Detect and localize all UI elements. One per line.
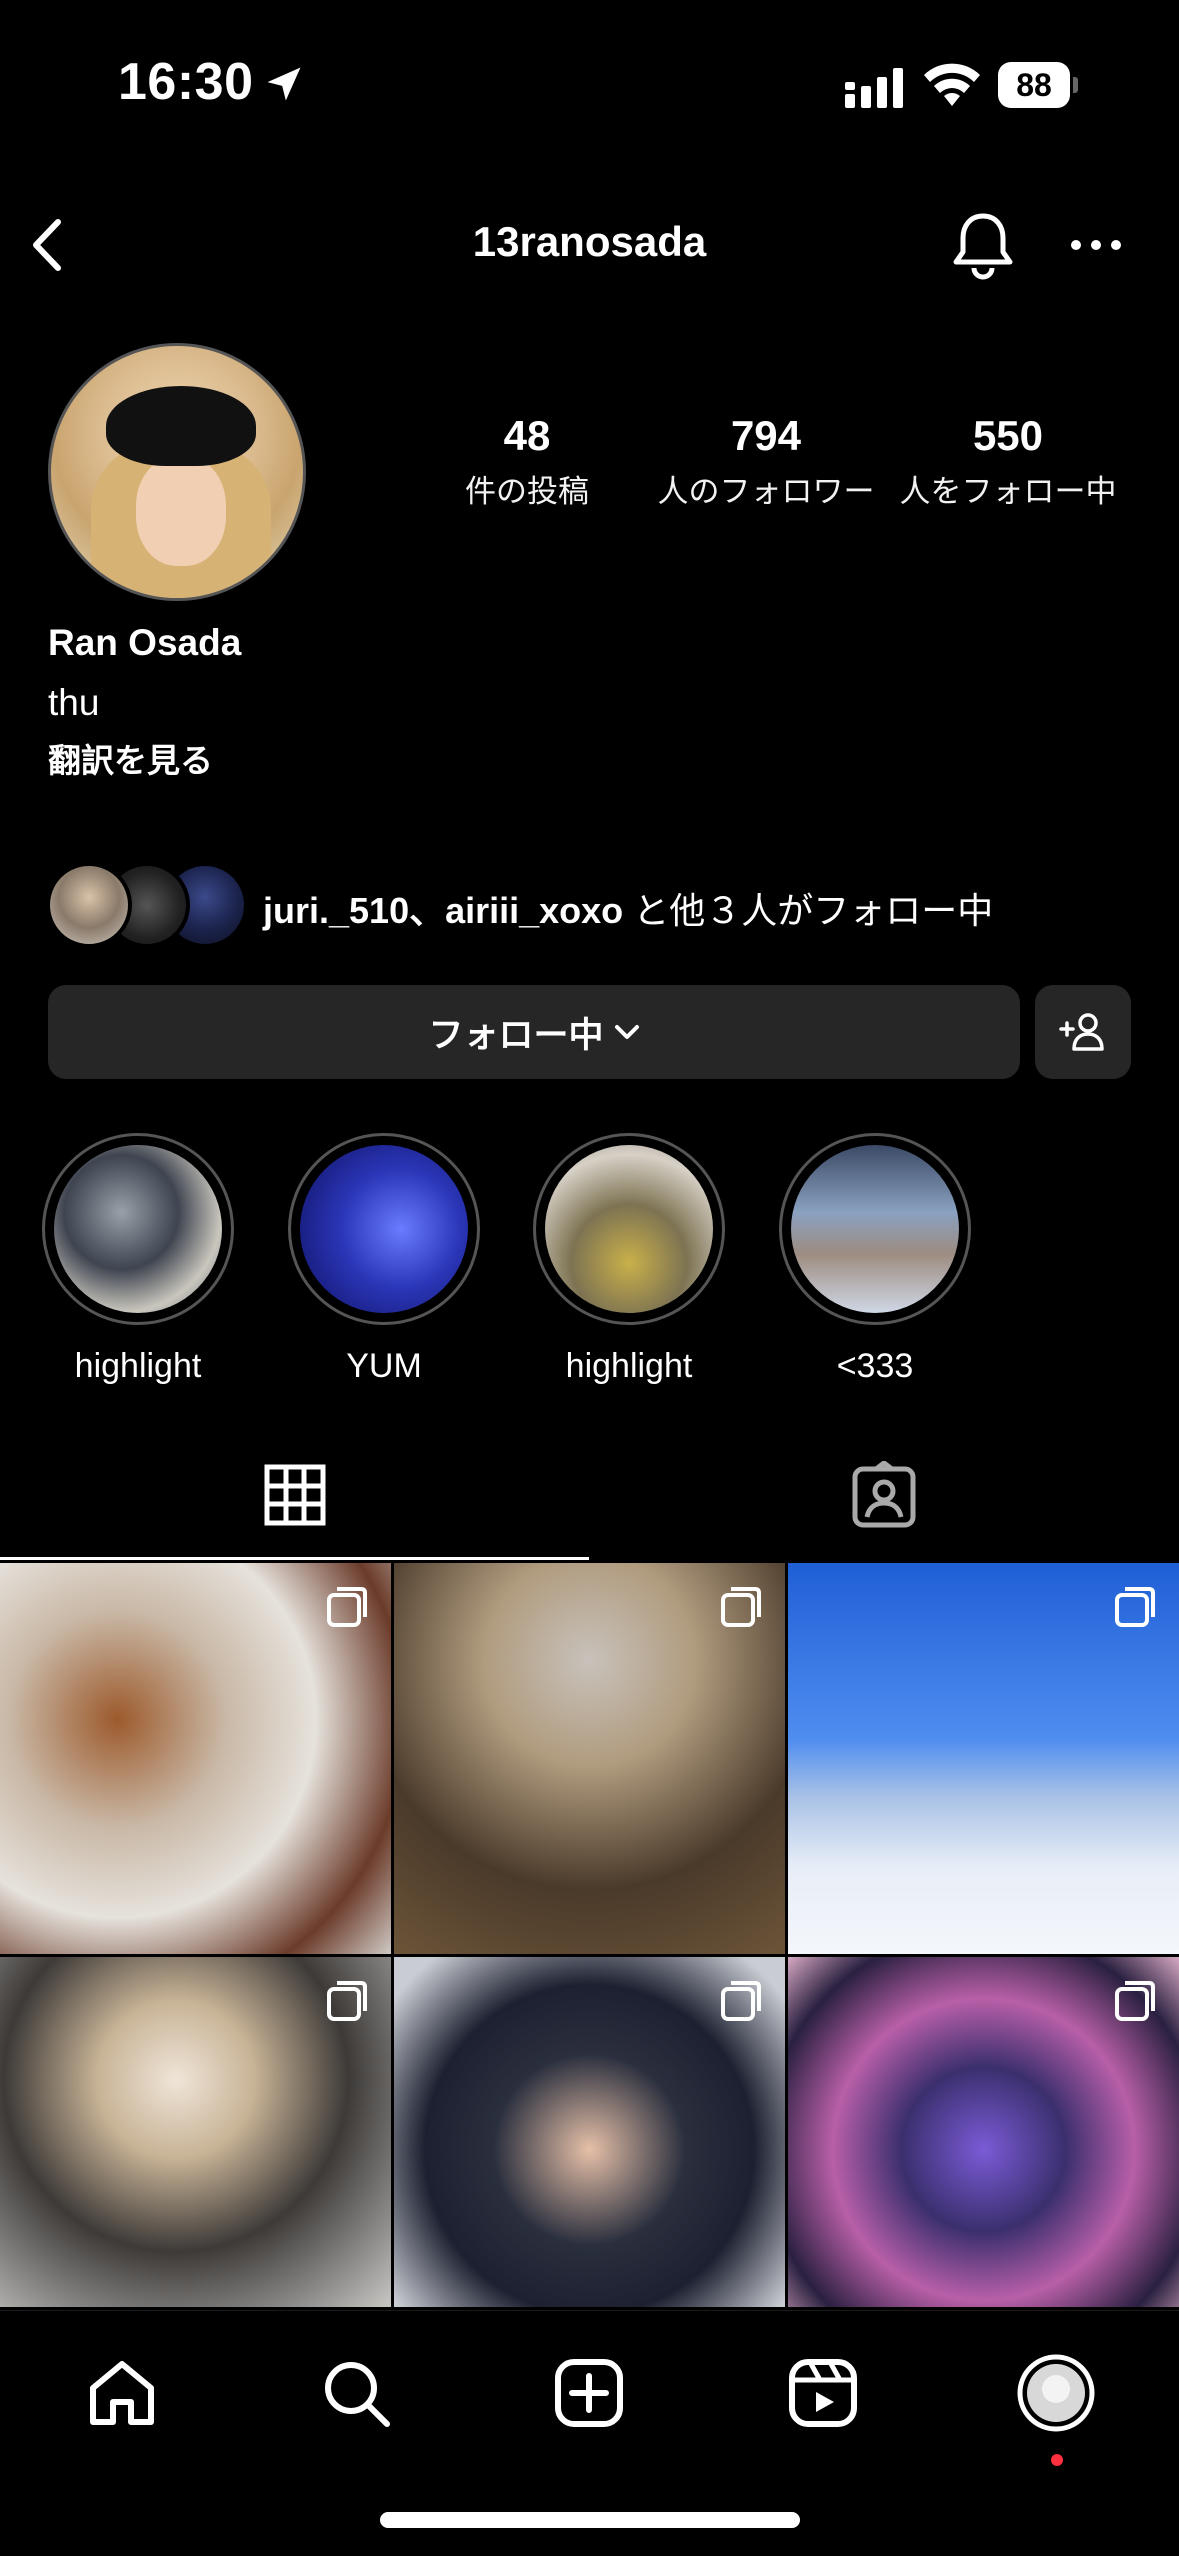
- stat-following[interactable]: 550 人をフォロー中: [888, 412, 1128, 511]
- stat-posts[interactable]: 48 件の投稿: [407, 412, 647, 511]
- battery-indicator: 88: [998, 62, 1078, 108]
- multi-photo-icon: [721, 1981, 761, 2021]
- highlight-label: highlight: [565, 1347, 693, 1385]
- followers-label: 人のフォロワー: [657, 474, 875, 509]
- post-thumbnail[interactable]: [394, 1563, 785, 1954]
- multi-photo-icon: [1115, 1587, 1155, 1627]
- tab-tagged[interactable]: [589, 1430, 1178, 1560]
- home-icon: [90, 2361, 154, 2425]
- home-indicator: [380, 2512, 800, 2528]
- location-arrow-icon: [267, 67, 301, 101]
- display-name: Ran Osada: [48, 622, 242, 663]
- highlight-item[interactable]: YUM: [286, 1133, 482, 1386]
- highlight-item[interactable]: highlight: [531, 1133, 727, 1386]
- following-label: 人をフォロー中: [899, 474, 1117, 509]
- multi-photo-icon: [1115, 1981, 1155, 2021]
- profile-tabs: [0, 1430, 1179, 1560]
- highlight-item[interactable]: <333: [777, 1133, 973, 1386]
- mutual-avatar: [46, 862, 132, 948]
- highlight-cover: [300, 1145, 468, 1313]
- signal-icon: [845, 68, 903, 108]
- status-time: 16:30: [118, 53, 254, 111]
- wifi-icon: [924, 63, 980, 106]
- posts-label: 件の投稿: [465, 474, 589, 509]
- post-thumbnail[interactable]: [788, 1563, 1179, 1954]
- mutual-avatars: [46, 862, 248, 948]
- suggested-users-button[interactable]: [1035, 985, 1131, 1079]
- battery-level: 88: [998, 62, 1070, 108]
- profile-avatar[interactable]: [48, 343, 306, 601]
- nav-reels[interactable]: [783, 2353, 863, 2433]
- status-bar: 16:30 88: [0, 0, 1179, 170]
- post-thumbnail[interactable]: [394, 1957, 785, 2307]
- following-button[interactable]: フォロー中: [48, 985, 1020, 1079]
- following-count: 550: [972, 412, 1044, 459]
- highlight-cover: [545, 1145, 713, 1313]
- stat-followers[interactable]: 794 人のフォロワー: [646, 412, 886, 511]
- nav-create[interactable]: [549, 2353, 629, 2433]
- tab-posts-grid[interactable]: [0, 1430, 589, 1560]
- bell-icon[interactable]: [950, 208, 1016, 280]
- post-thumbnail[interactable]: [788, 1957, 1179, 2307]
- search-icon: [325, 2362, 390, 2427]
- multi-photo-icon: [327, 1587, 367, 1627]
- reels-icon: [789, 2359, 857, 2427]
- add-person-icon: [1059, 1013, 1104, 1051]
- highlight-label: YUM: [346, 1347, 422, 1385]
- highlight-cover: [54, 1145, 222, 1313]
- create-icon: [555, 2359, 623, 2427]
- highlight-label: highlight: [74, 1347, 202, 1385]
- mutual-suffix: と他３人がフォロー中: [623, 890, 994, 931]
- translate-link[interactable]: 翻訳を見る: [48, 734, 213, 782]
- nav-search[interactable]: [316, 2353, 396, 2433]
- mutual-names: juri._510、airiii_xoxo: [263, 890, 624, 931]
- highlight-item[interactable]: highlight: [40, 1133, 236, 1386]
- tagged-icon: [852, 1461, 915, 1528]
- followed-by-row[interactable]: juri._510、airiii_xoxo と他３人がフォロー中: [46, 862, 1146, 948]
- notification-dot-icon: [1051, 2454, 1063, 2466]
- username-title-text: 13ranosada: [472, 218, 707, 265]
- following-button-label: フォロー中: [428, 1015, 604, 1055]
- chevron-down-icon: [614, 1025, 639, 1039]
- post-thumbnail[interactable]: [0, 1957, 391, 2307]
- bio-text: thu: [48, 682, 100, 723]
- story-highlights: highlight YUM highlight <333: [0, 1133, 1179, 1393]
- highlight-cover: [791, 1145, 959, 1313]
- posts-count: 48: [503, 412, 551, 459]
- more-icon[interactable]: [1066, 225, 1126, 265]
- followed-by-text: juri._510、airiii_xoxo と他３人がフォロー中: [263, 882, 993, 934]
- profile-avatar-icon: [1017, 2354, 1095, 2432]
- followers-count: 794: [730, 412, 802, 459]
- nav-home[interactable]: [82, 2353, 162, 2433]
- grid-icon: [264, 1464, 325, 1526]
- post-thumbnail[interactable]: [0, 1563, 391, 1954]
- highlight-label: <333: [836, 1347, 914, 1385]
- nav-profile[interactable]: [1016, 2353, 1096, 2433]
- multi-photo-icon: [721, 1587, 761, 1627]
- multi-photo-icon: [327, 1981, 367, 2021]
